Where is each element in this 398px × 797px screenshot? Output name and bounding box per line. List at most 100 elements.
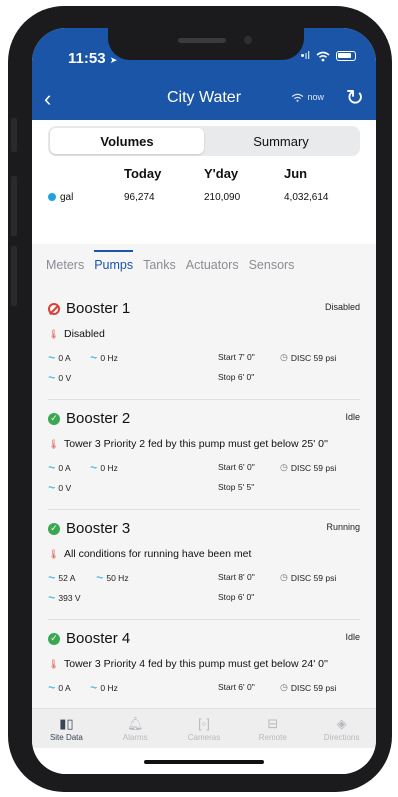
metrics-row: ⏦ 0 V Stop 6' 0" xyxy=(48,372,360,392)
view-segmented-control: Volumes Summary xyxy=(48,126,360,156)
hz-reading: ⏦ 0 Hz xyxy=(90,352,118,363)
disc-value: DISC 59 psi xyxy=(290,682,337,693)
app-screen: 11:53 ➤ •ıl ‹ City Water now ↻ Volumes S… xyxy=(32,28,376,774)
category-tabs-bar: Meters Pumps Tanks Actuators Sensors xyxy=(32,244,376,290)
check-icon: ✓ xyxy=(48,632,60,645)
metrics-row: ⏦ 0 V Stop 5' 5" xyxy=(48,482,360,502)
gauge-icon: ◷ xyxy=(280,682,288,692)
speaker xyxy=(178,38,226,43)
pump-name: Booster 3 xyxy=(66,520,131,537)
refresh-icon[interactable]: ↻ xyxy=(346,85,364,111)
bottom-tab-remote[interactable]: ⊟ Remote xyxy=(238,709,307,748)
tab-tanks[interactable]: Tanks xyxy=(143,258,176,277)
disc-value: DISC 59 psi xyxy=(290,462,337,473)
stop-level: Stop 6' 0" xyxy=(218,592,255,602)
hz-reading: ⏦ 50 Hz xyxy=(96,572,129,583)
bottom-tab-label: Alarms xyxy=(122,732,148,742)
tab-actuators[interactable]: Actuators xyxy=(186,258,239,277)
pump-name: Booster 1 xyxy=(66,300,131,317)
thermometer-icon: 🌡︎ xyxy=(48,548,60,559)
bottom-tab-cameras[interactable]: [◦] Cameras xyxy=(170,709,239,748)
metrics-row: ⏦ 0 A ⏦ 0 Hz Start 6' 0" ◷ DISC 59 psi xyxy=(48,682,360,702)
volumes-header-row: Today Y'day Jun xyxy=(32,164,376,182)
tab-pumps[interactable]: Pumps xyxy=(94,250,134,277)
wifi-icon xyxy=(316,51,330,61)
volume-yesterday: 210,090 xyxy=(204,191,241,203)
segment-summary[interactable]: Summary xyxy=(204,128,358,154)
start-level: Start 6' 0" xyxy=(218,462,255,472)
disc-value: DISC 59 psi xyxy=(290,572,337,583)
page-title: City Water xyxy=(166,89,242,106)
wave-icon: ⏦ xyxy=(90,462,98,472)
check-icon: ✓ xyxy=(48,412,60,425)
wifi-status-icon xyxy=(292,93,304,102)
pump-message-text: Tower 3 Priority 2 fed by this pump must… xyxy=(64,438,328,450)
bell-icon: 🔔︎ xyxy=(126,715,144,731)
wave-icon: ⏦ xyxy=(48,352,56,362)
bottom-tab-site-data[interactable]: ▮▯ Site Data xyxy=(32,709,101,748)
start-level: Start 8' 0" xyxy=(218,572,255,582)
volts-reading: ⏦ 0 V xyxy=(48,482,71,493)
side-button-volume-up xyxy=(11,176,17,236)
hz-value: 0 Hz xyxy=(100,682,118,693)
bottom-tab-directions[interactable]: ◈ Directions xyxy=(307,709,376,748)
pump-card-booster-4[interactable]: ✓ Booster 4 Idle 🌡︎ Tower 3 Priority 4 f… xyxy=(48,620,360,712)
bottom-tab-alarms[interactable]: 🔔︎ Alarms xyxy=(101,709,170,748)
start-level: Start 7' 0" xyxy=(218,352,255,362)
disc-reading: ◷ DISC 59 psi xyxy=(280,352,336,363)
pump-card-booster-2[interactable]: ✓ Booster 2 Idle 🌡︎ Tower 3 Priority 2 f… xyxy=(48,400,360,510)
disc-value: DISC 59 psi xyxy=(290,352,337,363)
pump-state: Running xyxy=(326,522,360,532)
amps-reading: ⏦ 0 A xyxy=(48,682,71,693)
battery-icon xyxy=(336,51,356,61)
connection-status: now xyxy=(291,92,324,102)
amps-reading: ⏦ 0 A xyxy=(48,352,71,363)
metrics-row: ⏦ 52 A ⏦ 50 Hz Start 8' 0" ◷ DISC 59 psi xyxy=(48,572,360,592)
volts-value: 0 V xyxy=(58,482,72,493)
volumes-unit: gal xyxy=(60,191,74,203)
pump-metrics: ⏦ 0 A ⏦ 0 Hz Start 6' 0" ◷ DISC 59 psi ⏦ 0 V… xyxy=(48,462,360,502)
bottom-tab-label: Cameras xyxy=(187,732,221,742)
header-month: Jun xyxy=(284,165,308,181)
metrics-row: ⏦ 0 A ⏦ 0 Hz Start 6' 0" ◷ DISC 59 psi xyxy=(48,462,360,482)
stop-level: Stop 5' 5" xyxy=(218,482,255,492)
amps-reading: ⏦ 0 A xyxy=(48,462,71,473)
home-indicator[interactable] xyxy=(144,760,264,764)
location-icon: ➤ xyxy=(109,55,118,65)
pump-message-text: Tower 3 Priority 4 fed by this pump must… xyxy=(64,658,328,670)
header-today: Today xyxy=(124,165,162,181)
site-data-icon: ▮▯ xyxy=(59,715,74,731)
pump-name: Booster 2 xyxy=(66,410,131,427)
main-content: Volumes Summary Today Y'day Jun gal 96,2… xyxy=(32,120,376,712)
pump-message-text: All conditions for running have been met xyxy=(64,548,252,560)
volume-month: 4,032,614 xyxy=(284,191,329,203)
pump-metrics: ⏦ 0 A ⏦ 0 Hz Start 7' 0" ◷ DISC 59 psi ⏦ 0 V… xyxy=(48,352,360,392)
pump-card-booster-1[interactable]: Booster 1 Disabled 🌡︎ Disabled ⏦ 0 A ⏦ 0 H… xyxy=(48,290,360,400)
pump-metrics: ⏦ 52 A ⏦ 50 Hz Start 8' 0" ◷ DISC 59 psi ⏦ 3… xyxy=(48,572,360,612)
pump-state: Disabled xyxy=(324,302,360,312)
wave-icon: ⏦ xyxy=(90,352,98,362)
remote-icon: ⊟ xyxy=(267,715,279,731)
thermometer-icon: 🌡︎ xyxy=(48,328,60,339)
wave-icon: ⏦ xyxy=(48,592,56,602)
gauge-icon: ◷ xyxy=(280,572,288,582)
tab-sensors[interactable]: Sensors xyxy=(249,258,295,277)
pump-list: Booster 1 Disabled 🌡︎ Disabled ⏦ 0 A ⏦ 0 H… xyxy=(32,290,376,712)
segment-volumes[interactable]: Volumes xyxy=(50,128,204,154)
wave-icon: ⏦ xyxy=(48,372,56,382)
connection-status-text: now xyxy=(307,92,324,102)
gauge-icon: ◷ xyxy=(280,352,288,362)
pump-state: Idle xyxy=(345,412,360,422)
header-yesterday: Y'day xyxy=(204,165,239,181)
bottom-tab-bar: ▮▯ Site Data 🔔︎ Alarms [◦] Cameras ⊟ Rem… xyxy=(32,708,376,748)
tab-meters[interactable]: Meters xyxy=(46,258,84,277)
pump-metrics: ⏦ 0 A ⏦ 0 Hz Start 6' 0" ◷ DISC 59 psi xyxy=(48,682,360,702)
volumes-table: Today Y'day Jun gal 96,274 210,090 4,032… xyxy=(32,164,376,204)
pump-card-booster-3[interactable]: ✓ Booster 3 Running 🌡︎ All conditions fo… xyxy=(48,510,360,620)
volts-value: 0 V xyxy=(58,372,72,383)
stop-level: Stop 6' 0" xyxy=(218,372,255,382)
hz-value: 0 Hz xyxy=(100,352,118,363)
pump-name: Booster 4 xyxy=(66,630,131,647)
bottom-tab-label: Site Data xyxy=(49,732,83,742)
status-time: 11:53 ➤ xyxy=(68,50,117,67)
